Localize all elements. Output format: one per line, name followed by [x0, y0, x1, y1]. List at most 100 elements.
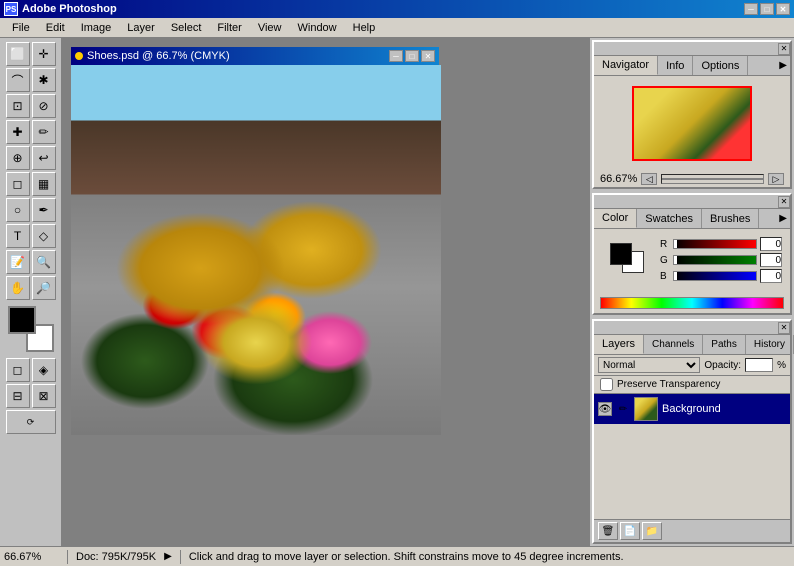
lasso-tool[interactable]: ⌒ — [6, 68, 30, 92]
g-slider[interactable] — [673, 255, 757, 265]
blend-mode-select[interactable]: Normal — [598, 357, 700, 373]
zoom-tool[interactable]: 🔎 — [32, 276, 56, 300]
preserve-transparency-row: Preserve Transparency — [594, 376, 790, 394]
menu-view[interactable]: View — [250, 20, 290, 36]
shape-tool[interactable]: ◇ — [32, 224, 56, 248]
color-panel-menu[interactable]: ▶ — [779, 213, 787, 224]
text-tool[interactable]: T — [6, 224, 30, 248]
layers-new-btn[interactable]: 📄 — [620, 522, 640, 540]
zoom-out-btn[interactable]: ◁ — [641, 173, 657, 185]
close-button[interactable]: ✕ — [776, 3, 790, 15]
crop-tool[interactable]: ⊡ — [6, 94, 30, 118]
main-area: ⬜ ✛ ⌒ ✱ ⊡ ⊘ ✚ ✏ ⊕ ↩ ◻ ▦ ○ ✒ T ◇ — [0, 38, 794, 546]
g-value-input[interactable] — [760, 253, 782, 267]
slice-tool[interactable]: ⊘ — [32, 94, 56, 118]
color-fg-swatch[interactable] — [610, 243, 632, 265]
app-icon: PS — [4, 2, 18, 16]
navigator-panel-close[interactable]: ✕ — [778, 43, 790, 55]
color-gradient-bar[interactable] — [600, 297, 784, 309]
menu-bar: File Edit Image Layer Select Filter View… — [0, 18, 794, 38]
status-zoom: 66.67% — [4, 551, 59, 563]
healing-tool[interactable]: ✚ — [6, 120, 30, 144]
minimize-button[interactable]: ─ — [744, 3, 758, 15]
brush-tool[interactable]: ✏ — [32, 120, 56, 144]
tab-paths[interactable]: Paths — [703, 335, 746, 354]
status-arrow[interactable]: ▶ — [164, 551, 172, 562]
tab-layers[interactable]: Layers — [594, 335, 644, 354]
layers-delete-btn[interactable]: 🗑 — [598, 522, 618, 540]
move-tool[interactable]: ✛ — [32, 42, 56, 66]
layer-name: Background — [662, 403, 786, 415]
menu-edit[interactable]: Edit — [38, 20, 73, 36]
tab-info[interactable]: Info — [658, 56, 693, 75]
layer-background[interactable]: 👁 ✏ Background — [594, 394, 790, 424]
clone-tool[interactable]: ⊕ — [6, 146, 30, 170]
r-value-input[interactable] — [760, 237, 782, 251]
layers-panel-close[interactable]: ✕ — [778, 322, 790, 334]
eyedropper-tool[interactable]: 🔍 — [32, 250, 56, 274]
maximize-button[interactable]: □ — [760, 3, 774, 15]
layer-visibility-icon[interactable]: 👁 — [598, 402, 612, 416]
fullscreen-btn[interactable]: ⊠ — [32, 384, 56, 408]
foreground-color-swatch[interactable] — [8, 306, 36, 334]
zoom-slider[interactable] — [661, 174, 764, 184]
status-divider-2 — [180, 550, 181, 564]
layer-thumbnail — [634, 397, 658, 421]
marquee-tool[interactable]: ⬜ — [6, 42, 30, 66]
menu-layer[interactable]: Layer — [119, 20, 163, 36]
tab-channels[interactable]: Channels — [644, 335, 703, 354]
navigator-panel-menu[interactable]: ▶ — [779, 60, 787, 71]
r-slider[interactable] — [673, 239, 757, 249]
color-picker[interactable] — [8, 306, 54, 352]
doc-close-button[interactable]: ✕ — [421, 50, 435, 62]
opacity-input[interactable] — [745, 358, 773, 372]
tab-options[interactable]: Options — [693, 56, 748, 75]
jump-to-btn[interactable]: ⟳ — [6, 410, 56, 434]
layer-brush-icon[interactable]: ✏ — [616, 402, 630, 416]
menu-filter[interactable]: Filter — [209, 20, 249, 36]
document-window: Shoes.psd @ 66.7% (CMYK) ─ □ ✕ — [70, 46, 440, 436]
gradient-tool[interactable]: ▦ — [32, 172, 56, 196]
color-panel-close[interactable]: ✕ — [778, 196, 790, 208]
pen-tool[interactable]: ✒ — [32, 198, 56, 222]
tab-color[interactable]: Color — [594, 209, 637, 228]
b-label: B — [660, 271, 670, 282]
color-fg-bg-swatches[interactable] — [604, 237, 650, 277]
navigator-tabs: Navigator Info Options ▶ — [594, 56, 790, 76]
tab-navigator[interactable]: Navigator — [594, 56, 658, 75]
status-doc: Doc: 795K/795K — [76, 551, 156, 563]
tab-brushes[interactable]: Brushes — [702, 209, 759, 228]
menu-select[interactable]: Select — [163, 20, 210, 36]
document-title: Shoes.psd @ 66.7% (CMYK) — [87, 50, 389, 62]
b-value-input[interactable] — [760, 269, 782, 283]
standard-screen-btn[interactable]: ⊟ — [6, 384, 30, 408]
eraser-tool[interactable]: ◻ — [6, 172, 30, 196]
standard-mode-btn[interactable]: ◻ — [6, 358, 30, 382]
document-canvas[interactable] — [71, 65, 441, 435]
history-brush-tool[interactable]: ↩ — [32, 146, 56, 170]
b-slider[interactable] — [673, 271, 757, 281]
layers-footer: 🗑 📄 📁 — [594, 519, 790, 542]
menu-help[interactable]: Help — [345, 20, 384, 36]
layers-folder-btn[interactable]: 📁 — [642, 522, 662, 540]
notes-tool[interactable]: 📝 — [6, 250, 30, 274]
doc-maximize-button[interactable]: □ — [405, 50, 419, 62]
status-divider-1 — [67, 550, 68, 564]
layers-tabs: Layers Channels Paths History ▶ — [594, 335, 790, 355]
quick-mask-btn[interactable]: ◈ — [32, 358, 56, 382]
magic-wand-tool[interactable]: ✱ — [32, 68, 56, 92]
dodge-tool[interactable]: ○ — [6, 198, 30, 222]
zoom-in-btn[interactable]: ▷ — [768, 173, 784, 185]
app-title-bar: PS Adobe Photoshop ─ □ ✕ — [0, 0, 794, 18]
g-label: G — [660, 255, 670, 266]
menu-file[interactable]: File — [4, 20, 38, 36]
menu-window[interactable]: Window — [290, 20, 345, 36]
tab-history[interactable]: History — [746, 335, 794, 354]
menu-image[interactable]: Image — [73, 20, 120, 36]
opacity-label: Opacity: — [704, 360, 741, 371]
tab-swatches[interactable]: Swatches — [637, 209, 702, 228]
layers-controls: Normal Opacity: % — [594, 355, 790, 376]
preserve-transparency-checkbox[interactable] — [600, 378, 613, 391]
hand-tool[interactable]: ✋ — [6, 276, 30, 300]
doc-minimize-button[interactable]: ─ — [389, 50, 403, 62]
